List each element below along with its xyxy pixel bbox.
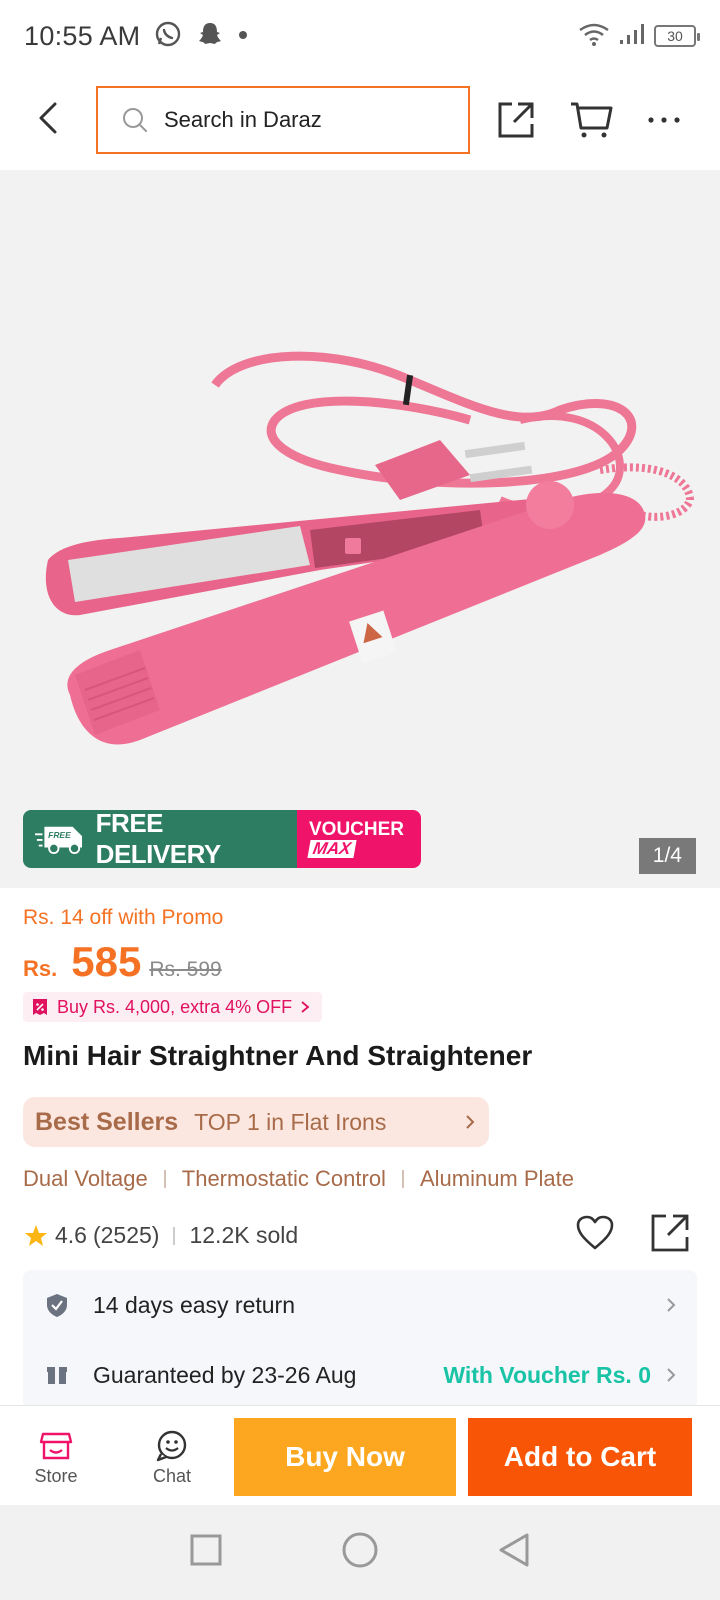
chat-button[interactable]: Chat	[132, 1430, 212, 1487]
status-time: 10:55 AM	[24, 20, 141, 51]
best-sellers-rank: TOP 1 in Flat Irons	[194, 1108, 387, 1135]
free-label: FREE	[48, 830, 71, 840]
system-nav-bar	[0, 1505, 720, 1600]
extra-off-promo[interactable]: Buy Rs. 4,000, extra 4% OFF	[23, 992, 323, 1022]
bottom-action-bar: Store Chat Buy Now Add to Cart	[0, 1405, 720, 1505]
back-button[interactable]	[30, 98, 66, 138]
package-icon	[43, 1364, 71, 1386]
cart-icon	[571, 102, 613, 138]
search-icon	[122, 106, 150, 134]
product-image-gallery[interactable]: FREE FREE DELIVERY VOUCHER MAX 1/4	[0, 170, 720, 888]
promo-text: Rs. 14 off with Promo	[23, 906, 224, 929]
share-icon	[651, 1214, 689, 1252]
price-currency: Rs.	[23, 956, 58, 981]
voucher-label: VOUCHER	[309, 819, 405, 840]
store-icon	[39, 1432, 73, 1460]
feature-tag: Dual Voltage	[23, 1166, 148, 1191]
more-button[interactable]	[642, 98, 686, 142]
returns-text: 14 days easy return	[93, 1291, 296, 1318]
recents-button[interactable]	[189, 1533, 223, 1572]
rating-count[interactable]: (2525)	[93, 1222, 159, 1249]
search-input[interactable]: Search in Daraz	[96, 86, 470, 154]
voucher-text: With Voucher Rs. 0	[443, 1361, 651, 1388]
share-button[interactable]	[494, 98, 538, 142]
feature-tag: Thermostatic Control	[181, 1166, 386, 1191]
buy-now-button[interactable]: Buy Now	[234, 1418, 456, 1496]
chat-label: Chat	[152, 1466, 192, 1486]
system-icons: 30	[578, 22, 700, 51]
share-product-button[interactable]	[649, 1212, 691, 1260]
rating-score[interactable]: 4.6	[55, 1222, 87, 1249]
best-sellers-banner[interactable]: Best Sellers TOP 1 in Flat Irons	[23, 1097, 489, 1147]
wishlist-button[interactable]	[575, 1214, 615, 1258]
wifi-icon	[578, 22, 610, 51]
price-current: 585	[71, 938, 142, 985]
best-sellers-label: Best Sellers	[35, 1107, 179, 1136]
delivery-truck-icon: FREE	[35, 826, 83, 855]
back-nav-button[interactable]	[497, 1532, 531, 1573]
product-image	[45, 351, 695, 745]
triangle-back-icon	[499, 1533, 529, 1567]
free-delivery-label: FREE DELIVERY	[95, 810, 222, 868]
price-row: Rs. 585 Rs. 599	[23, 938, 222, 986]
delivery-row[interactable]: Guaranteed by 23-26 Aug With Voucher Rs.…	[23, 1340, 697, 1410]
feature-tags: Dual Voltage Thermostatic Control Alumin…	[23, 1166, 574, 1192]
chevron-right-icon	[667, 1298, 676, 1312]
service-info-card: 14 days easy return Guaranteed by 23-26 …	[23, 1270, 697, 1410]
free-delivery-badge: FREE FREE DELIVERY	[23, 810, 297, 868]
max-label: MAX	[307, 839, 357, 858]
extra-off-text: Buy Rs. 4,000, extra 4% OFF	[57, 996, 293, 1017]
signal-icon	[618, 22, 646, 51]
delivery-text: Guaranteed by 23-26 Aug	[93, 1361, 357, 1388]
coupon-icon	[33, 999, 47, 1015]
store-label: Store	[34, 1466, 78, 1486]
chevron-right-icon	[466, 1115, 475, 1129]
share-icon	[498, 102, 534, 138]
price-original: Rs. 599	[149, 958, 222, 981]
add-to-cart-button[interactable]: Add to Cart	[468, 1418, 692, 1496]
circle-icon	[342, 1532, 378, 1568]
product-title: Mini Hair Straightner And Straightener	[23, 1040, 533, 1071]
battery-icon: 30	[654, 25, 700, 47]
voucher-max-badge: VOUCHER MAX	[297, 810, 421, 868]
divider	[163, 1170, 166, 1188]
free-delivery-voucher-badge: FREE FREE DELIVERY VOUCHER MAX	[23, 810, 421, 868]
snapchat-icon	[196, 20, 224, 53]
cart-button[interactable]	[569, 98, 613, 142]
store-button[interactable]: Store	[16, 1430, 96, 1487]
sold-count: 12.2K sold	[189, 1222, 299, 1248]
image-counter: 1/4	[638, 838, 696, 874]
more-icon	[648, 117, 680, 123]
returns-row[interactable]: 14 days easy return	[23, 1270, 697, 1340]
whatsapp-icon	[154, 20, 182, 53]
chevron-right-icon	[301, 1001, 310, 1013]
chevron-left-icon	[39, 102, 57, 134]
search-placeholder: Search in Daraz	[164, 107, 322, 132]
notification-icons	[154, 20, 248, 53]
header: Search in Daraz	[0, 80, 720, 160]
chat-icon	[156, 1430, 187, 1462]
chevron-right-icon	[667, 1368, 676, 1382]
status-bar: 10:55 AM 30	[0, 0, 720, 72]
rating-row: 4.6 (2525) 12.2K sold	[23, 1214, 697, 1252]
feature-tag: Aluminum Plate	[419, 1166, 575, 1191]
square-icon	[190, 1534, 222, 1566]
dot-icon	[238, 27, 248, 45]
divider	[173, 1226, 176, 1245]
shield-check-icon	[43, 1292, 71, 1318]
divider	[401, 1170, 404, 1188]
home-button[interactable]	[341, 1531, 379, 1574]
heart-icon	[576, 1215, 614, 1250]
star-icon	[25, 1224, 47, 1246]
